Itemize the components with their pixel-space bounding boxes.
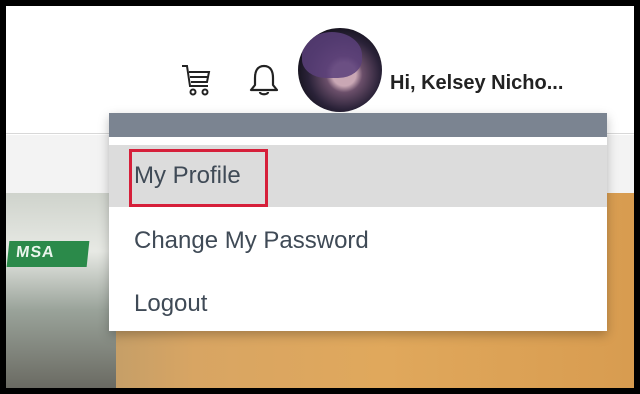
avatar-hair: [302, 32, 362, 78]
menu-item-change-password[interactable]: Change My Password: [109, 210, 607, 272]
app-frame: Hi, Kelsey Nicho... MSA My Profile Chang…: [6, 6, 634, 388]
user-greeting[interactable]: Hi, Kelsey Nicho...: [390, 72, 563, 95]
avatar[interactable]: [298, 28, 382, 112]
msa-badge: MSA: [6, 241, 90, 267]
cart-icon[interactable]: [180, 60, 212, 100]
user-dropdown-menu: My Profile Change My Password Logout: [109, 113, 607, 331]
menu-header-bar: [109, 113, 607, 137]
hero-product: MSA: [6, 193, 116, 388]
menu-item-logout[interactable]: Logout: [109, 273, 607, 335]
bell-icon[interactable]: [246, 62, 282, 98]
menu-item-my-profile[interactable]: My Profile: [109, 145, 607, 207]
